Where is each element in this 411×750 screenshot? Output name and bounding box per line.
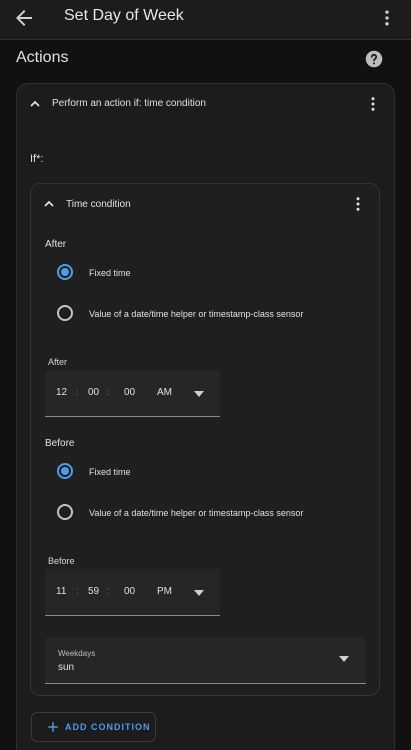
time-separator: : (76, 586, 79, 597)
before-fixed-time-label: Fixed time (89, 467, 131, 477)
chevron-up-icon[interactable] (27, 96, 43, 112)
condition-card: Time condition (30, 183, 380, 696)
after-time-picker[interactable]: 12 : 00 : 00 AM (45, 370, 220, 417)
dots-vertical-icon[interactable] (377, 8, 397, 28)
time-separator: : (107, 387, 110, 398)
time-separator: : (76, 387, 79, 398)
after-fixed-time-radio[interactable] (57, 264, 73, 280)
app-bar: Set Day of Week (0, 0, 411, 40)
caret-down-icon[interactable] (194, 590, 204, 596)
plus-icon (48, 722, 58, 732)
before-hours[interactable]: 11 (56, 586, 66, 597)
help-circle-icon[interactable] (365, 50, 383, 68)
after-helper-radio[interactable] (57, 305, 73, 321)
add-condition-button[interactable]: ADD CONDITION (31, 712, 156, 742)
if-label: If*: (30, 153, 44, 165)
dots-vertical-icon[interactable] (349, 195, 367, 213)
after-minutes[interactable]: 00 (88, 387, 99, 398)
action-card-header[interactable]: Perform an action if: time condition (17, 84, 394, 124)
chevron-up-icon[interactable] (41, 196, 57, 212)
before-helper-radio[interactable] (57, 504, 73, 520)
before-minutes[interactable]: 59 (88, 586, 99, 597)
after-helper-label: Value of a date/time helper or timestamp… (89, 309, 304, 319)
after-fixed-time-label: Fixed time (89, 268, 131, 278)
after-group-label: After (45, 239, 67, 250)
before-picker-caption: Before (48, 556, 75, 566)
action-card-title: Perform an action if: time condition (52, 98, 206, 109)
arrow-left-icon[interactable] (12, 6, 36, 30)
after-hours[interactable]: 12 (56, 387, 67, 398)
after-ampm[interactable]: AM (157, 387, 172, 398)
page-title: Set Day of Week (64, 7, 184, 24)
before-group-label: Before (45, 438, 75, 449)
before-seconds[interactable]: 00 (124, 586, 135, 597)
section-title: Actions (16, 49, 69, 66)
caret-down-icon[interactable] (194, 391, 204, 397)
dots-vertical-icon[interactable] (364, 95, 382, 113)
before-fixed-time-radio[interactable] (57, 463, 73, 479)
before-helper-label: Value of a date/time helper or timestamp… (89, 508, 304, 518)
after-picker-caption: After (48, 357, 68, 367)
condition-card-title: Time condition (66, 199, 131, 210)
time-separator: : (107, 586, 110, 597)
weekdays-caption: Weekdays (58, 649, 96, 658)
add-condition-label: ADD CONDITION (65, 722, 151, 732)
before-time-picker[interactable]: 11 : 59 : 00 PM (45, 569, 220, 616)
caret-down-icon[interactable] (339, 656, 349, 662)
after-seconds[interactable]: 00 (124, 387, 135, 398)
weekdays-value: sun (58, 662, 75, 673)
before-ampm[interactable]: PM (157, 586, 172, 597)
weekdays-select[interactable]: Weekdays sun (45, 637, 366, 684)
